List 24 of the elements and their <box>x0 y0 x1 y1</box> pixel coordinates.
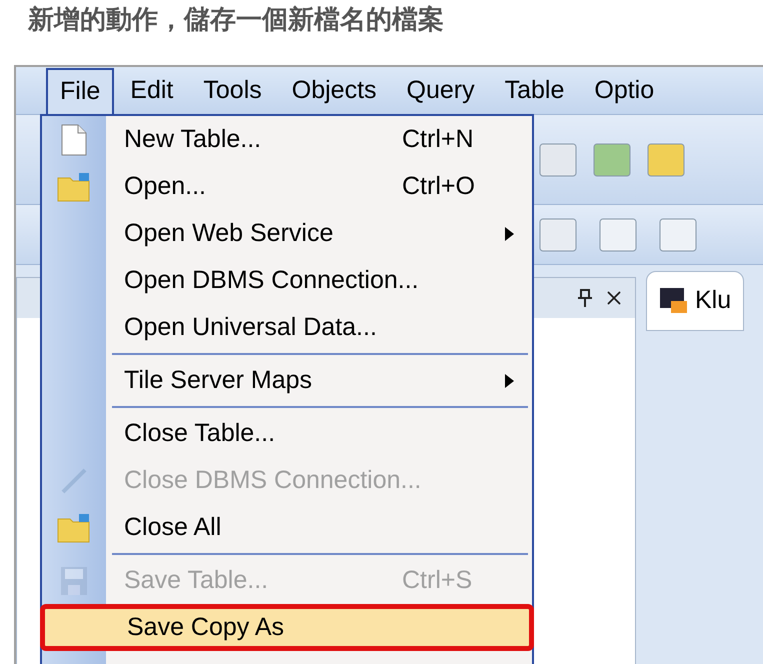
menu-item[interactable]: Close Table... <box>42 410 532 457</box>
menu-item[interactable]: Open... Ctrl+O <box>42 163 532 210</box>
menu-bar-item[interactable]: Tools <box>189 68 276 114</box>
menu-item[interactable]: Open DBMS Connection... <box>42 257 532 304</box>
menu-bar-item[interactable]: Optio <box>580 68 668 114</box>
map-layers-icon <box>659 287 689 315</box>
page-heading: 新增的動作，儲存一個新檔名的檔案 <box>26 3 445 36</box>
submenu-arrow-icon <box>505 226 514 240</box>
menu-bar-item[interactable]: Edit <box>116 68 188 114</box>
menu-item[interactable]: Open Universal Data... <box>42 304 532 351</box>
menu-bar-item[interactable]: Table <box>490 68 578 114</box>
document-tab[interactable]: Klu <box>646 271 744 331</box>
menu-bar-item[interactable]: Objects <box>278 68 391 114</box>
menu-item[interactable]: Open Web Service <box>42 210 532 257</box>
page-icon <box>61 124 87 156</box>
menu-item[interactable]: New Table... Ctrl+N <box>42 116 532 163</box>
pin-icon[interactable] <box>577 288 593 308</box>
menu-item[interactable]: Close All <box>42 504 532 551</box>
tab-title: Klu <box>695 285 732 316</box>
menu-item[interactable]: Save Copy As <box>40 604 534 651</box>
menu-bar-item[interactable]: Query <box>392 68 489 114</box>
submenu-arrow-icon <box>505 374 514 388</box>
menu-bar-item[interactable]: File <box>46 68 114 114</box>
menu-item[interactable]: Tile Server Maps <box>42 357 532 404</box>
